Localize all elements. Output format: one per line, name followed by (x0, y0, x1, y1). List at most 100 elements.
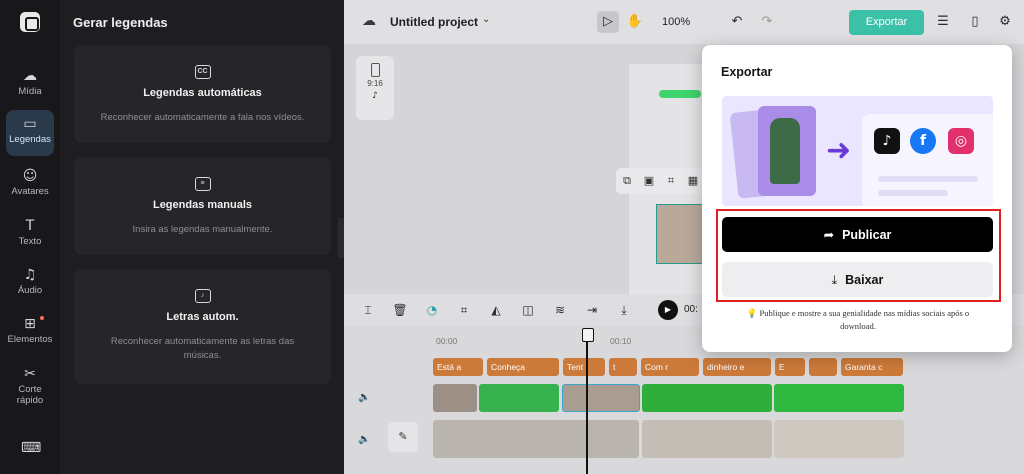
rail-item-media[interactable]: ☁ Mídia (6, 62, 54, 108)
rail-item-label: Elementos (7, 334, 53, 345)
preview-caption (659, 90, 701, 98)
crop-icon[interactable]: ⌗ (456, 302, 472, 318)
settings-icon[interactable]: ⚙ (994, 11, 1016, 33)
publish-label: Publicar (842, 228, 892, 242)
instagram-icon: ◎ (948, 128, 974, 154)
auto-lyrics-card[interactable]: ♪ Letras autom. Reconhecer automaticamen… (74, 269, 331, 384)
lightbulb-icon: 💡 (746, 309, 758, 319)
rail-item-label: Mídia (18, 86, 42, 97)
rail-item-text[interactable]: T Texto (6, 212, 54, 258)
freeze-icon[interactable]: ◫ (520, 302, 536, 318)
app-logo[interactable] (20, 12, 40, 32)
caption-chip[interactable]: t (609, 358, 637, 376)
video-clip[interactable] (774, 384, 904, 412)
card-title: Legendas automáticas (143, 87, 262, 99)
ruler-label: 00:00 (436, 336, 458, 346)
trim-icon[interactable]: ⇥ (584, 302, 600, 318)
hand-tool-icon[interactable]: ✋ (624, 11, 646, 33)
rail-item-label: Texto (18, 236, 42, 247)
more-icon[interactable]: ▦ (682, 168, 704, 194)
video-clip[interactable] (774, 420, 904, 458)
notification-dot (40, 316, 44, 320)
avatar-icon: ☺ (22, 168, 38, 184)
current-time: 00: (684, 304, 698, 315)
delete-icon[interactable]: 🗑 (392, 302, 408, 318)
caption-chip[interactable]: Com r (641, 358, 699, 376)
split-icon[interactable]: ⌶ (360, 302, 376, 318)
caption-chip[interactable] (809, 358, 837, 376)
rail-item-keyboard[interactable]: ⌨ (6, 434, 54, 462)
selected-clip-thumbnail[interactable] (656, 204, 704, 264)
card-description: Reconhecer automaticamente a fala nos ví… (100, 112, 305, 123)
person-illustration (770, 118, 800, 184)
export-button[interactable]: Exportar (849, 10, 924, 35)
download-icon: ⤓ (831, 272, 838, 287)
captions-icon: ▭ (23, 116, 37, 132)
rail-item-label: Corte rápido (16, 384, 44, 406)
caption-chip[interactable]: Garanta c (841, 358, 903, 376)
background-remove-icon[interactable]: ≋ (552, 302, 568, 318)
download-icon[interactable]: ⤓ (616, 302, 632, 318)
video-clip[interactable] (642, 384, 772, 412)
card-description: Reconhecer automaticamente as letras das… (110, 336, 295, 361)
panel-title: Gerar legendas (73, 15, 168, 30)
project-title[interactable]: Untitled project (390, 15, 478, 29)
download-button[interactable]: ⤓ Baixar (722, 262, 993, 297)
redo-icon[interactable]: ↷ (756, 11, 778, 33)
flip-icon[interactable]: ◭ (488, 302, 504, 318)
tiktok-icon: ♪ (372, 91, 378, 101)
modal-title: Exportar (721, 65, 773, 79)
lyrics-icon: ♪ (194, 289, 211, 303)
facebook-icon: f (910, 128, 936, 154)
replace-icon[interactable]: ⧉ (616, 168, 638, 194)
video-clip[interactable] (562, 384, 640, 412)
social-card: ♪ f ◎ (862, 114, 993, 206)
caption-chip[interactable]: Tent (563, 358, 605, 376)
zoom-level[interactable]: 100% (662, 16, 690, 28)
rail-item-avatars[interactable]: ☺ Avatares (6, 162, 54, 208)
caption-chip[interactable]: Está a (433, 358, 483, 376)
speaker-icon[interactable]: 🔈 (358, 392, 370, 403)
caption-icon[interactable]: ▣ (638, 168, 660, 194)
rail-item-label: Avatares (11, 186, 49, 197)
rail-item-captions[interactable]: ▭ Legendas (6, 110, 54, 156)
play-button[interactable]: ▶ (658, 300, 678, 320)
rail-item-elements[interactable]: ⊞ Elementos (6, 310, 54, 356)
rail-item-quick-cut[interactable]: ✂ Corte rápido (6, 360, 54, 412)
aspect-ratio-selector[interactable]: 9:16 ♪ (356, 56, 394, 120)
arrow-right-icon: ➜ (826, 133, 852, 168)
edit-track-icon[interactable]: ✎ (388, 422, 418, 452)
card-title: Legendas manuals (152, 199, 253, 211)
caption-chip[interactable]: Conheça (487, 358, 559, 376)
floating-toolbar: ⧉ ▣ ⌗ ▦ (616, 168, 706, 194)
select-tool-icon[interactable]: ▷ (597, 11, 619, 33)
download-label: Baixar (845, 273, 884, 287)
placeholder-line (878, 176, 978, 182)
speaker-icon[interactable]: 🔈 (358, 434, 370, 445)
panel-toggle-icon[interactable]: ▯ (964, 11, 986, 33)
rail-item-audio[interactable]: ♫ Áudio (6, 261, 54, 307)
undo-icon[interactable]: ↶ (726, 11, 748, 33)
manual-captions-card[interactable]: ≡ Legendas manuals Insira as legendas ma… (74, 157, 331, 255)
video-clip[interactable] (642, 420, 772, 458)
publish-hint: 💡 Publique e mostre a sua genialidade na… (732, 307, 984, 332)
caption-chip[interactable]: E (775, 358, 805, 376)
crop-icon[interactable]: ⌗ (660, 168, 682, 194)
subtitle-icon: ≡ (194, 177, 211, 191)
speed-icon[interactable]: ◔ (424, 302, 440, 318)
layers-icon[interactable]: ☰ (932, 11, 954, 33)
playhead[interactable] (582, 328, 594, 474)
card-description: Insira as legendas manualmente. (132, 224, 273, 235)
text-icon: T (25, 218, 35, 234)
caption-chip[interactable]: dinheiro e (703, 358, 771, 376)
video-clip[interactable] (433, 420, 639, 458)
chevron-down-icon[interactable]: ⌄ (482, 14, 490, 25)
publish-button[interactable]: ➦ Publicar (722, 217, 993, 252)
share-icon: ➦ (823, 227, 835, 242)
auto-captions-card[interactable]: CC Legendas automáticas Reconhecer autom… (74, 45, 331, 143)
phone-icon (370, 63, 380, 77)
video-clip[interactable] (433, 384, 477, 412)
hint-text: Publique e mostre a sua genialidade nas … (759, 308, 970, 331)
video-clip[interactable] (479, 384, 559, 412)
music-icon: ♫ (23, 267, 37, 283)
